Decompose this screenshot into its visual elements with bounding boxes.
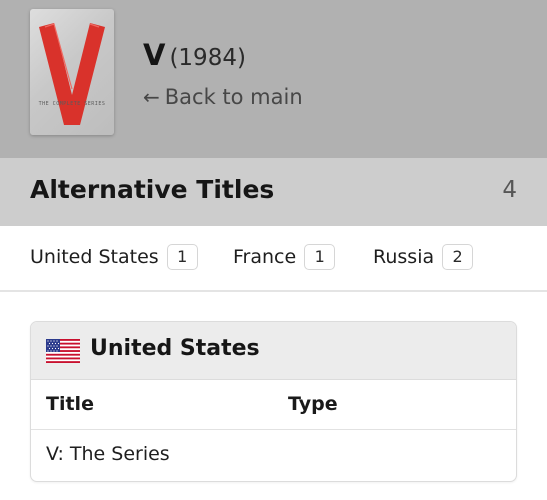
show-title: V (143, 38, 166, 72)
country-tabs: United States 1 France 1 Russia 2 (0, 226, 547, 292)
tab-label: France (233, 246, 297, 268)
column-header-type: Type (288, 393, 338, 415)
arrow-left-icon: ← (143, 85, 160, 109)
section-header: Alternative Titles 4 (0, 158, 547, 226)
section-count: 4 (502, 177, 517, 203)
us-flag-icon (46, 339, 80, 363)
back-to-main-link[interactable]: ← Back to main (143, 85, 303, 109)
tab-count-badge: 2 (442, 244, 474, 270)
tab-label: Russia (373, 246, 435, 268)
poster-v-logo-icon (39, 23, 105, 125)
poster-caption: THE COMPLETE SERIES (38, 101, 106, 107)
tab-label: United States (30, 246, 159, 268)
card-country-title: United States (90, 336, 260, 361)
show-title-line: V (1984) (143, 38, 246, 72)
table-header-row: Title Type (31, 380, 516, 430)
tab-count-badge: 1 (166, 244, 198, 270)
show-header: THE COMPLETE SERIES V (1984) ← Back to ma… (0, 0, 547, 158)
table-row: V: The Series (31, 430, 516, 480)
tab-france[interactable]: France 1 (233, 244, 336, 270)
country-card-united-states: United States Title Type V: The Series (30, 321, 517, 482)
show-year: (1984) (169, 45, 246, 71)
back-link-label: Back to main (164, 85, 303, 109)
alt-title-cell: V: The Series (46, 443, 170, 465)
show-poster: THE COMPLETE SERIES (30, 9, 114, 135)
tab-count-badge: 1 (304, 244, 336, 270)
tab-russia[interactable]: Russia 2 (373, 244, 474, 270)
card-header: United States (31, 322, 516, 380)
tab-united-states[interactable]: United States 1 (30, 244, 198, 270)
section-title: Alternative Titles (30, 175, 275, 204)
column-header-title: Title (46, 393, 94, 415)
